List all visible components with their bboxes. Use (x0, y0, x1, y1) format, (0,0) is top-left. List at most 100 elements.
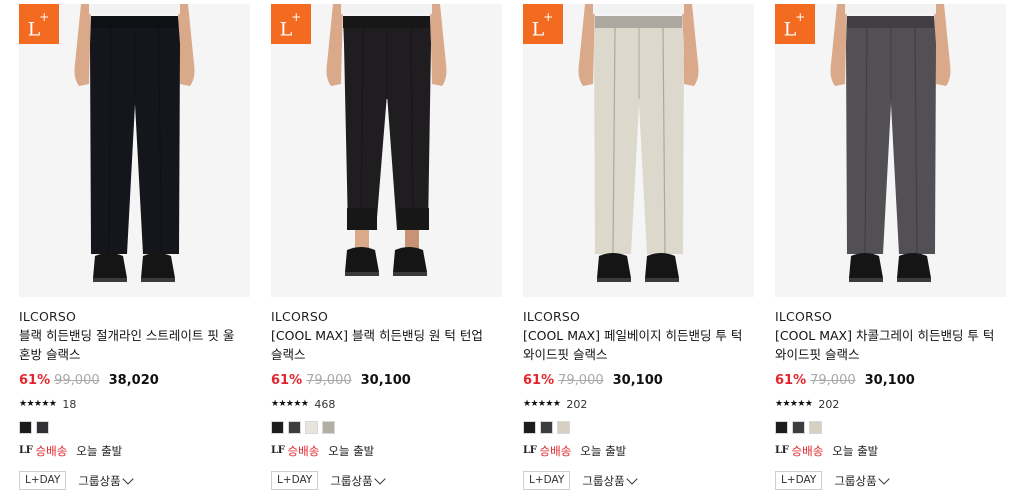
color-swatch[interactable] (775, 421, 788, 434)
product-brand[interactable]: ILCORSO (271, 309, 328, 324)
right-cuff (397, 208, 429, 230)
discount-rate: 61% (775, 373, 807, 388)
lf-logo-icon: LF (775, 445, 789, 456)
color-swatch[interactable] (271, 421, 284, 434)
lplus-badge-icon: L+ (775, 4, 815, 44)
lday-button[interactable]: L+DAY (19, 471, 67, 490)
color-swatch[interactable] (305, 421, 318, 434)
right-arm (682, 4, 699, 86)
card-actions: L+DAY 그룹상품 (523, 471, 638, 490)
product-title[interactable]: [COOL MAX] 블랙 히든밴딩 원 턱 턴업 슬랙스 (271, 327, 499, 364)
right-shoe (393, 247, 427, 275)
color-swatch[interactable] (540, 421, 553, 434)
left-sole (93, 278, 127, 282)
product-brand[interactable]: ILCORSO (523, 309, 580, 324)
discount-rate: 61% (19, 373, 51, 388)
color-swatches (19, 421, 49, 434)
color-swatch[interactable] (36, 421, 49, 434)
star-rating-icon: ★★★★★ (271, 399, 309, 409)
product-brand[interactable]: ILCORSO (19, 309, 76, 324)
chevron-down-icon (878, 473, 890, 485)
original-price: 79,000 (810, 373, 856, 388)
right-sole (393, 272, 427, 276)
waistband (595, 16, 682, 28)
color-swatch[interactable] (557, 421, 570, 434)
product-title[interactable]: [COOL MAX] 페일베이지 히든밴딩 투 턱 와이드핏 슬랙스 (523, 327, 751, 364)
sale-price: 38,020 (108, 373, 159, 388)
product-card[interactable]: L+ ILCORSO [COOL MAX] 페일베이지 히든밴딩 투 턱 와이드… (523, 0, 754, 502)
pants-photo (578, 4, 699, 282)
discount-rate: 61% (271, 373, 303, 388)
product-image[interactable]: L+ (523, 4, 754, 297)
right-shoe (645, 253, 679, 281)
right-arm (934, 4, 951, 86)
lplus-badge-icon: L+ (523, 4, 563, 44)
group-products-button[interactable]: 그룹상품 (78, 473, 134, 489)
left-shoe (849, 253, 883, 281)
price-row: 61% 79,000 30,100 (271, 373, 411, 389)
lf-logo-icon: LF (523, 445, 537, 456)
star-rating-icon: ★★★★★ (19, 399, 57, 409)
color-swatch[interactable] (19, 421, 32, 434)
left-cuff (347, 208, 377, 230)
review-count: 202 (566, 397, 588, 411)
original-price: 79,000 (558, 373, 604, 388)
shirt-hem (593, 4, 684, 14)
lday-button[interactable]: L+DAY (271, 471, 319, 490)
lday-button[interactable]: L+DAY (775, 471, 823, 490)
group-products-button[interactable]: 그룹상품 (834, 473, 890, 489)
rating-row: ★★★★★ 18 (19, 397, 76, 411)
product-grid: L+ ILCORSO 블랙 히든밴딩 절개라인 스트레이트 핏 울 혼방 슬랙스… (19, 0, 1009, 502)
right-sole (645, 278, 679, 282)
shipping-note: 오늘 출발 (76, 444, 123, 458)
lf-logo-icon: LF (271, 445, 285, 456)
right-ankle (405, 230, 419, 250)
product-title[interactable]: 블랙 히든밴딩 절개라인 스트레이트 핏 울 혼방 슬랙스 (19, 327, 247, 364)
group-products-label: 그룹상품 (78, 473, 121, 488)
review-count: 18 (62, 397, 77, 411)
shipping-row: LF 승배송 오늘 출발 (775, 443, 878, 459)
shirt-hem (89, 4, 180, 14)
chevron-down-icon (626, 473, 638, 485)
color-swatch[interactable] (792, 421, 805, 434)
original-price: 99,000 (54, 373, 100, 388)
shipping-row: LF 승배송 오늘 출발 (271, 443, 374, 459)
rating-row: ★★★★★ 468 (271, 397, 335, 411)
color-swatches (523, 421, 570, 434)
product-image[interactable]: L+ (775, 4, 1006, 297)
product-card[interactable]: L+ ILCORSO [COOL MAX] 차콜그레이 히든밴딩 투 턱 와이드… (775, 0, 1006, 502)
right-sole (897, 278, 931, 282)
sale-price: 30,100 (612, 373, 663, 388)
product-image[interactable]: L+ (271, 4, 502, 297)
original-price: 79,000 (306, 373, 352, 388)
chevron-down-icon (122, 473, 134, 485)
product-title[interactable]: [COOL MAX] 차콜그레이 히든밴딩 투 턱 와이드핏 슬랙스 (775, 327, 1003, 364)
lday-button[interactable]: L+DAY (523, 471, 571, 490)
color-swatch[interactable] (288, 421, 301, 434)
rating-row: ★★★★★ 202 (775, 397, 839, 411)
color-swatch[interactable] (523, 421, 536, 434)
waistband (847, 16, 934, 28)
review-count: 468 (314, 397, 336, 411)
shipping-note: 오늘 출발 (832, 444, 879, 458)
product-card[interactable]: L+ ILCORSO 블랙 히든밴딩 절개라인 스트레이트 핏 울 혼방 슬랙스… (19, 0, 250, 502)
lplus-badge-icon: L+ (271, 4, 311, 44)
product-image[interactable]: L+ (19, 4, 250, 297)
waistband (91, 16, 178, 28)
color-swatch[interactable] (322, 421, 335, 434)
pants-photo (830, 4, 951, 282)
review-count: 202 (818, 397, 840, 411)
card-actions: L+DAY 그룹상품 (19, 471, 134, 490)
left-arm (326, 4, 343, 86)
group-products-button[interactable]: 그룹상품 (582, 473, 638, 489)
right-shoe (897, 253, 931, 281)
product-brand[interactable]: ILCORSO (775, 309, 832, 324)
card-actions: L+DAY 그룹상품 (775, 471, 890, 490)
group-products-button[interactable]: 그룹상품 (330, 473, 386, 489)
star-rating-icon: ★★★★★ (523, 399, 561, 409)
discount-rate: 61% (523, 373, 555, 388)
color-swatch[interactable] (809, 421, 822, 434)
product-card[interactable]: L+ ILCORSO [COOL MAX] 블랙 히든밴딩 원 턱 턴업 슬랙스… (271, 0, 502, 502)
left-sole (849, 278, 883, 282)
left-shoe (93, 253, 127, 281)
